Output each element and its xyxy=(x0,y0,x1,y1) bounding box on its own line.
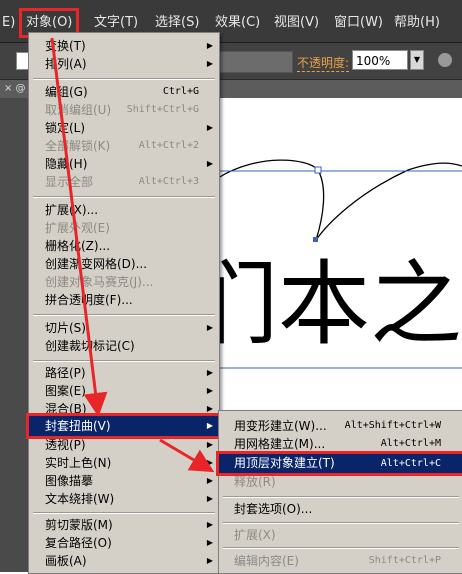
menu-item-unlock-all[interactable]: 全部解锁(K) Alt+Ctrl+2 xyxy=(29,137,219,155)
submenu-arrow-icon: ▶ xyxy=(206,458,213,467)
menu-item-clipping-mask[interactable]: 剪切蒙版(M) ▶ xyxy=(29,516,219,534)
separator xyxy=(33,360,215,362)
submenu-arrow-icon: ▶ xyxy=(206,538,213,547)
separator xyxy=(223,496,459,498)
envelope-top-path xyxy=(217,159,462,241)
separator xyxy=(223,547,459,549)
submenu-arrow-icon: ▶ xyxy=(206,556,213,565)
menu-view[interactable]: 视图(V) xyxy=(274,12,319,34)
menu-item-flatten-transparency[interactable]: 拼合透明度(F)... xyxy=(29,291,219,309)
menu-item-path[interactable]: 路径(P) ▶ xyxy=(29,364,219,382)
menu-item-compound-path[interactable]: 复合路径(O) ▶ xyxy=(29,534,219,552)
menu-item-hide[interactable]: 隐藏(H) ▶ xyxy=(29,155,219,173)
submenu-arrow-icon: ▶ xyxy=(206,440,213,449)
menu-item-artboards[interactable]: 画板(A) ▶ xyxy=(29,552,219,570)
menu-select[interactable]: 选择(S) xyxy=(155,12,199,34)
tools-panel xyxy=(0,98,28,572)
menu-item-live-paint[interactable]: 实时上色(N) ▶ xyxy=(29,454,219,472)
menu-partial-edit[interactable]: E) xyxy=(2,12,15,34)
separator xyxy=(33,78,215,80)
anchor-point xyxy=(314,166,322,174)
object-menu: 变换(T) ▶ 排列(A) ▶ 编组(G) Ctrl+G 取消编组(U) Shift+C… xyxy=(26,32,222,574)
menu-item-text-wrap[interactable]: 文本绕排(W) ▶ xyxy=(29,490,219,508)
envelope-distort-submenu: 用变形建立(W)... Alt+Shift+Ctrl+W 用网格建立(M)... A… xyxy=(216,410,462,574)
menu-help[interactable]: 帮助(H) xyxy=(394,12,440,34)
menu-item-show-all[interactable]: 显示全部 Alt+Ctrl+3 xyxy=(29,173,219,191)
submenu-item-release[interactable]: 释放(R) xyxy=(219,473,462,491)
submenu-arrow-icon: ▶ xyxy=(206,59,213,68)
menu-effect[interactable]: 效果(C) xyxy=(215,12,260,34)
submenu-arrow-icon: ▶ xyxy=(206,421,213,430)
menu-item-rasterize[interactable]: 栅格化(Z)... xyxy=(29,237,219,255)
submenu-item-expand[interactable]: 扩展(X) xyxy=(219,526,462,544)
artwork-text: 们本之家 xyxy=(186,251,462,358)
menu-item-object-mosaic[interactable]: 创建对象马赛克(J)... xyxy=(29,273,219,291)
submenu-arrow-icon: ▶ xyxy=(206,476,213,485)
submenu-arrow-icon: ▶ xyxy=(206,520,213,529)
menu-item-gradient-mesh[interactable]: 创建渐变网格(D)... xyxy=(29,255,219,273)
submenu-item-make-with-mesh[interactable]: 用网格建立(M)... Alt+Ctrl+M xyxy=(219,435,462,453)
submenu-item-make-with-warp[interactable]: 用变形建立(W)... Alt+Shift+Ctrl+W xyxy=(219,417,462,435)
menu-item-pattern[interactable]: 图案(E) ▶ xyxy=(29,382,219,400)
submenu-arrow-icon: ▶ xyxy=(206,368,213,377)
submenu-arrow-icon: ▶ xyxy=(206,323,213,332)
menu-item-crop-marks[interactable]: 创建裁切标记(C) xyxy=(29,337,219,355)
opacity-input[interactable]: 100% xyxy=(352,50,408,70)
menu-item-slice[interactable]: 切片(S) ▶ xyxy=(29,319,219,337)
separator xyxy=(33,512,215,514)
menu-item-expand[interactable]: 扩展(X)... xyxy=(29,201,219,219)
submenu-arrow-icon: ▶ xyxy=(206,41,213,50)
menu-item-lock[interactable]: 锁定(L) ▶ xyxy=(29,119,219,137)
anchor-point-center xyxy=(313,237,318,242)
menu-item-envelope-distort[interactable]: 封套扭曲(V) ▶ xyxy=(26,413,222,439)
separator xyxy=(33,314,215,316)
menu-item-transform[interactable]: 变换(T) ▶ xyxy=(29,37,219,55)
submenu-item-make-with-top-object[interactable]: 用顶层对象建立(T) Alt+Ctrl+C xyxy=(216,451,462,476)
separator xyxy=(33,196,215,198)
submenu-item-edit-contents[interactable]: 编辑内容(E) Shift+Ctrl+P xyxy=(219,552,462,570)
menu-item-image-trace[interactable]: 图像描摹 ▶ xyxy=(29,472,219,490)
menu-item-arrange[interactable]: 排列(A) ▶ xyxy=(29,55,219,73)
submenu-item-envelope-options[interactable]: 封套选项(O)... xyxy=(219,500,462,518)
menu-item-expand-appearance[interactable]: 扩展外观(E) xyxy=(29,219,219,237)
separator xyxy=(223,522,459,524)
globe-icon[interactable] xyxy=(438,53,452,67)
menu-item-ungroup[interactable]: 取消编组(U) Shift+Ctrl+G xyxy=(29,101,219,119)
submenu-arrow-icon: ▶ xyxy=(206,386,213,395)
submenu-arrow-icon: ▶ xyxy=(206,159,213,168)
menu-type[interactable]: 文字(T) xyxy=(94,12,138,34)
menu-window[interactable]: 窗口(W) xyxy=(334,12,383,34)
submenu-arrow-icon: ▶ xyxy=(206,494,213,503)
menu-item-perspective[interactable]: 透视(P) ▶ xyxy=(29,436,219,454)
menu-item-group[interactable]: 编组(G) Ctrl+G xyxy=(29,83,219,101)
style-field[interactable] xyxy=(213,51,293,73)
chevron-down-icon[interactable]: ▼ xyxy=(410,50,424,70)
opacity-label[interactable]: 不透明度: xyxy=(297,54,350,72)
submenu-arrow-icon: ▶ xyxy=(206,123,213,132)
